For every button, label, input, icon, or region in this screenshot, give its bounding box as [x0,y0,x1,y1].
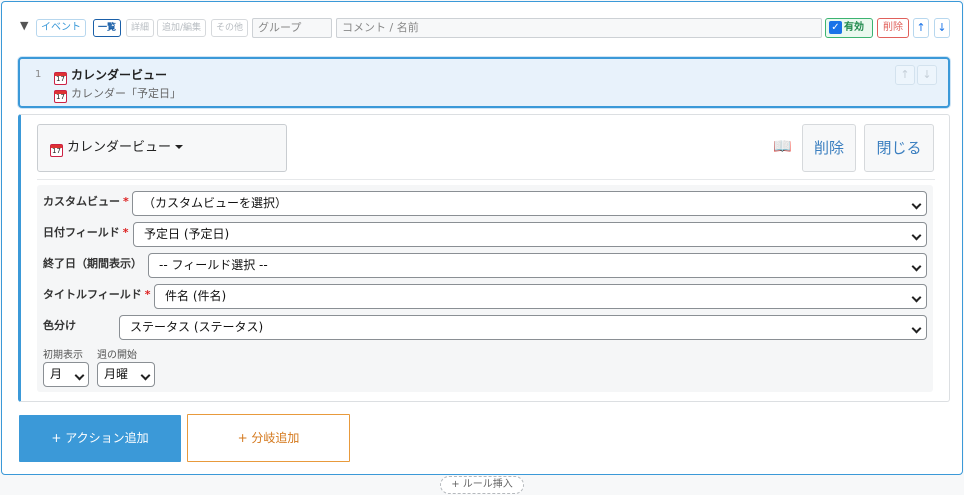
delete-rule-button[interactable]: 削除 [877,18,909,38]
action-title: 17 カレンダービュー [54,66,167,85]
enabled-toggle[interactable]: ✓ 有効 [825,18,873,38]
action-row-selected[interactable]: 1 17 カレンダービュー 17 カレンダー「予定日」 ↑ ↓ [18,57,950,108]
add-branch-button[interactable]: + 分岐追加 [187,414,350,462]
checkbox-icon[interactable]: ✓ [829,21,842,34]
field-date: 日付フィールド * 予定日 (予定日) [37,222,933,248]
chevron-down-icon [140,370,151,381]
field-label: カスタムビュー * [43,195,129,208]
chevron-down-icon [74,370,85,381]
add-action-button[interactable]: + アクション追加 [19,415,181,462]
action-move-down-button[interactable]: ↓ [917,65,937,85]
view-chip-detail[interactable]: 詳細 [126,19,155,37]
field-label: タイトルフィールド * [43,288,151,301]
chevron-down-icon [911,292,922,303]
delete-action-button[interactable]: 削除 [802,124,856,172]
event-chip[interactable]: イベント [36,19,86,37]
custom-view-select[interactable]: （カスタムビューを選択） [132,191,927,216]
end-date-select[interactable]: -- フィールド選択 -- [148,253,927,278]
help-book-icon[interactable]: 📖 [773,137,792,155]
divider [37,179,935,180]
action-editor-panel: 17 カレンダービュー 📖 削除 閉じる カスタムビュー * （カスタムビューを選択… [18,114,950,402]
title-field-select[interactable]: 件名 (件名) [154,284,927,309]
view-chip-list[interactable]: 一覧 [93,19,122,37]
calendar-icon: 17 [54,72,67,85]
group-input[interactable]: グループ [252,18,332,38]
view-chip-edit[interactable]: 追加/編集 [157,19,207,37]
move-up-button[interactable]: ↑ [913,18,929,38]
insert-rule-button[interactable]: + ルール挿入 [440,476,524,494]
comment-input[interactable]: コメント / 名前 [336,18,822,38]
field-label: 色分け [43,319,76,332]
chevron-down-icon [911,230,922,241]
settings-form: カスタムビュー * （カスタムビューを選択） 日付フィールド * 予定日 (予定日)… [37,185,933,392]
chevron-down-icon [911,323,922,334]
move-down-button[interactable]: ↓ [934,18,950,38]
action-move-up-button[interactable]: ↑ [895,65,915,85]
enabled-label: 有効 [844,22,864,33]
initial-view-label: 初期表示 [43,350,83,361]
collapse-toggle[interactable]: ▼ [20,19,32,32]
chevron-down-icon [911,261,922,272]
date-field-select[interactable]: 予定日 (予定日) [133,222,927,247]
week-start-select[interactable]: 月曜 [97,362,155,387]
rule-header: ▼ イベント 一覧 詳細 追加/編集 その他 グループ コメント / 名前 ✓ … [20,18,950,38]
calendar-icon: 17 [50,144,63,157]
caret-down-icon [175,145,184,149]
color-field-select[interactable]: ステータス (ステータス) [119,315,927,340]
field-color: 色分け ステータス (ステータス) [37,315,933,341]
field-label: 終了日（期間表示） [43,257,142,270]
action-number: 1 [35,69,42,80]
field-end-date: 終了日（期間表示） -- フィールド選択 -- [37,253,933,279]
action-subtitle: 17 カレンダー「予定日」 [54,85,181,103]
field-title: タイトルフィールド * 件名 (件名) [37,284,933,310]
field-custom-view: カスタムビュー * （カスタムビューを選択） [37,191,933,217]
close-editor-button[interactable]: 閉じる [864,124,934,172]
view-chip-other[interactable]: その他 [211,19,249,37]
rule-card: ▼ イベント 一覧 詳細 追加/編集 その他 グループ コメント / 名前 ✓ … [1,1,963,475]
field-label: 日付フィールド * [43,226,129,239]
action-type-dropdown[interactable]: 17 カレンダービュー [37,124,287,172]
week-start-label: 週の開始 [97,350,137,361]
initial-view-select[interactable]: 月 [43,362,89,387]
chevron-down-icon [911,199,922,210]
calendar-icon: 17 [54,90,67,103]
